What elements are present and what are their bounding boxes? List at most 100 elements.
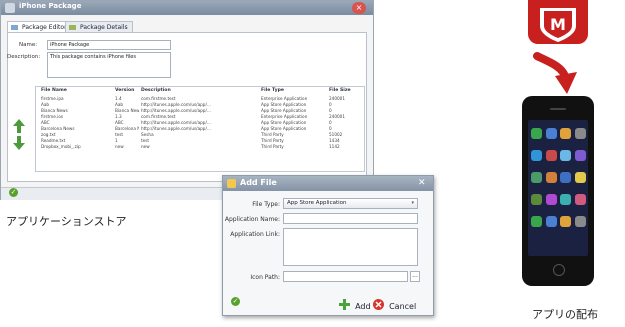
table-cell: 0 [329, 126, 332, 131]
iphone-home-button [553, 264, 565, 276]
up-arrow-icon[interactable] [13, 119, 25, 133]
iphone-app-icon [574, 216, 586, 227]
table-cell: Third Party [261, 132, 284, 137]
iphone-app-icon [545, 216, 557, 227]
iphone-app-icon [574, 128, 586, 139]
browse-button[interactable]: ... [410, 271, 420, 282]
app-name-label: Application Name: [224, 216, 280, 223]
iphone-app-icon [574, 194, 586, 205]
iphone-app-icon [531, 194, 542, 205]
column-header[interactable]: File Type [261, 88, 327, 93]
iphone-icon [522, 96, 594, 286]
table-cell: 1142 [329, 144, 340, 149]
app-name-input[interactable] [283, 213, 418, 224]
icon-path-input[interactable] [283, 271, 408, 282]
table-cell: 51002 [329, 132, 343, 137]
iphone-app-icon [560, 216, 571, 227]
name-label: Name: [19, 42, 38, 48]
app-link-label: Application Link: [230, 231, 280, 238]
table-cell: Third Party [261, 144, 284, 149]
table-cell: http://itunes.apple.com/us/app/... [141, 108, 211, 113]
add-icon [339, 299, 350, 310]
dialog-title: Add File [240, 178, 277, 187]
name-input[interactable]: iPhone Package [47, 40, 171, 50]
package-icon [5, 3, 15, 13]
cancel-button[interactable]: Cancel [373, 294, 416, 311]
iphone-app-icon [531, 172, 542, 183]
table-cell: Enterprise Application [261, 114, 308, 119]
close-icon[interactable]: × [352, 2, 366, 14]
table-cell: http://itunes.apple.com/us/app/... [141, 120, 211, 125]
iphone-app-icon [560, 150, 571, 161]
table-cell: http://itunes.apple.com/us/app/... [141, 102, 211, 107]
table-cell: http://itunes.apple.com/us/app/... [141, 126, 211, 131]
dropdown-icon: ▾ [411, 200, 414, 206]
iphone-app-icon [531, 216, 542, 227]
table-cell: App Store Application [261, 126, 307, 131]
table-cell: 1.4 [115, 96, 122, 101]
table-cell: Third Party [261, 138, 284, 143]
add-button[interactable]: Add [339, 294, 371, 311]
dialog-ok-icon: ✓ [231, 297, 240, 306]
column-header[interactable]: File Name [41, 88, 111, 93]
description-label: Description: [7, 54, 41, 60]
iphone-app-icon [545, 194, 557, 205]
table-cell: Bianca News [41, 108, 68, 113]
ok-icon[interactable]: ✓ [9, 188, 18, 197]
iphone-app-icon [560, 172, 571, 183]
mcafee-logo-icon: M [528, 0, 588, 44]
tab-label: Package Editor [22, 24, 67, 31]
dialog-close-icon[interactable]: ✕ [418, 178, 426, 188]
table-cell: Bianca News [115, 108, 139, 113]
iphone-app-icon [545, 128, 557, 139]
table-cell: 1.3 [115, 114, 122, 119]
file-type-value: App Store Application [287, 200, 347, 206]
table-cell: test [115, 132, 124, 137]
table-cell: com.firstme.test [141, 96, 176, 101]
table-cell: 0 [329, 108, 332, 113]
table-cell: 240001 [329, 114, 345, 119]
table-cell: firstme.ios [41, 114, 64, 119]
iphone-app-icon [560, 128, 571, 139]
table-cell: Readme.txt [41, 138, 66, 143]
iphone-screen [528, 120, 588, 256]
table-cell: new [115, 144, 124, 149]
table-cell: Barcelona News [115, 126, 139, 131]
table-cell: 0 [329, 120, 332, 125]
table-cell: firstme.ipa [41, 96, 64, 101]
table-cell: App Store Application [261, 108, 307, 113]
table-cell: Aab [115, 102, 124, 107]
table-cell: Dropbox_mobi_.zip [41, 144, 81, 149]
iphone-app-icon [531, 128, 542, 139]
description-input[interactable]: This package contains iPhone files [47, 52, 171, 78]
file-type-label: File Type: [252, 201, 280, 208]
iphone-app-icon [574, 172, 586, 183]
column-header[interactable]: Version [115, 88, 139, 93]
iphone-app-icon [531, 150, 542, 161]
table-cell: 240001 [329, 96, 345, 101]
mcafee-logo-letter: M [550, 15, 566, 34]
table-row[interactable]: Dropbox_mobi_.zip new new Third Party 1142 [37, 144, 363, 150]
iphone-app-icon [545, 172, 557, 183]
column-header[interactable]: Description [141, 88, 259, 93]
add-button-label: Add [355, 302, 371, 311]
down-arrow-icon[interactable] [13, 136, 25, 150]
iphone-app-icon [560, 194, 571, 205]
table-cell: test [141, 138, 150, 143]
table-cell: 1 [115, 138, 118, 143]
file-type-select[interactable]: App Store Application ▾ [283, 198, 418, 209]
table-cell: 1434 [329, 138, 340, 143]
table-cell: com.firstme.test [141, 114, 176, 119]
table-cell: Sesha [141, 132, 154, 137]
table-cell: ABC [115, 120, 124, 125]
table-cell: Enterprise Application [261, 96, 308, 101]
table-cell: App Store Application [261, 120, 307, 125]
add-file-dialog: Add File ✕ File Type: App Store Applicat… [222, 175, 434, 316]
app-link-input[interactable] [283, 228, 418, 266]
table-cell: Barcelona News [41, 126, 75, 131]
cancel-button-label: Cancel [389, 302, 417, 311]
column-header[interactable]: File Size [329, 88, 363, 93]
tab-icon [11, 25, 18, 30]
table-cell: zog.txt [41, 132, 56, 137]
dialog-icon [227, 179, 236, 188]
